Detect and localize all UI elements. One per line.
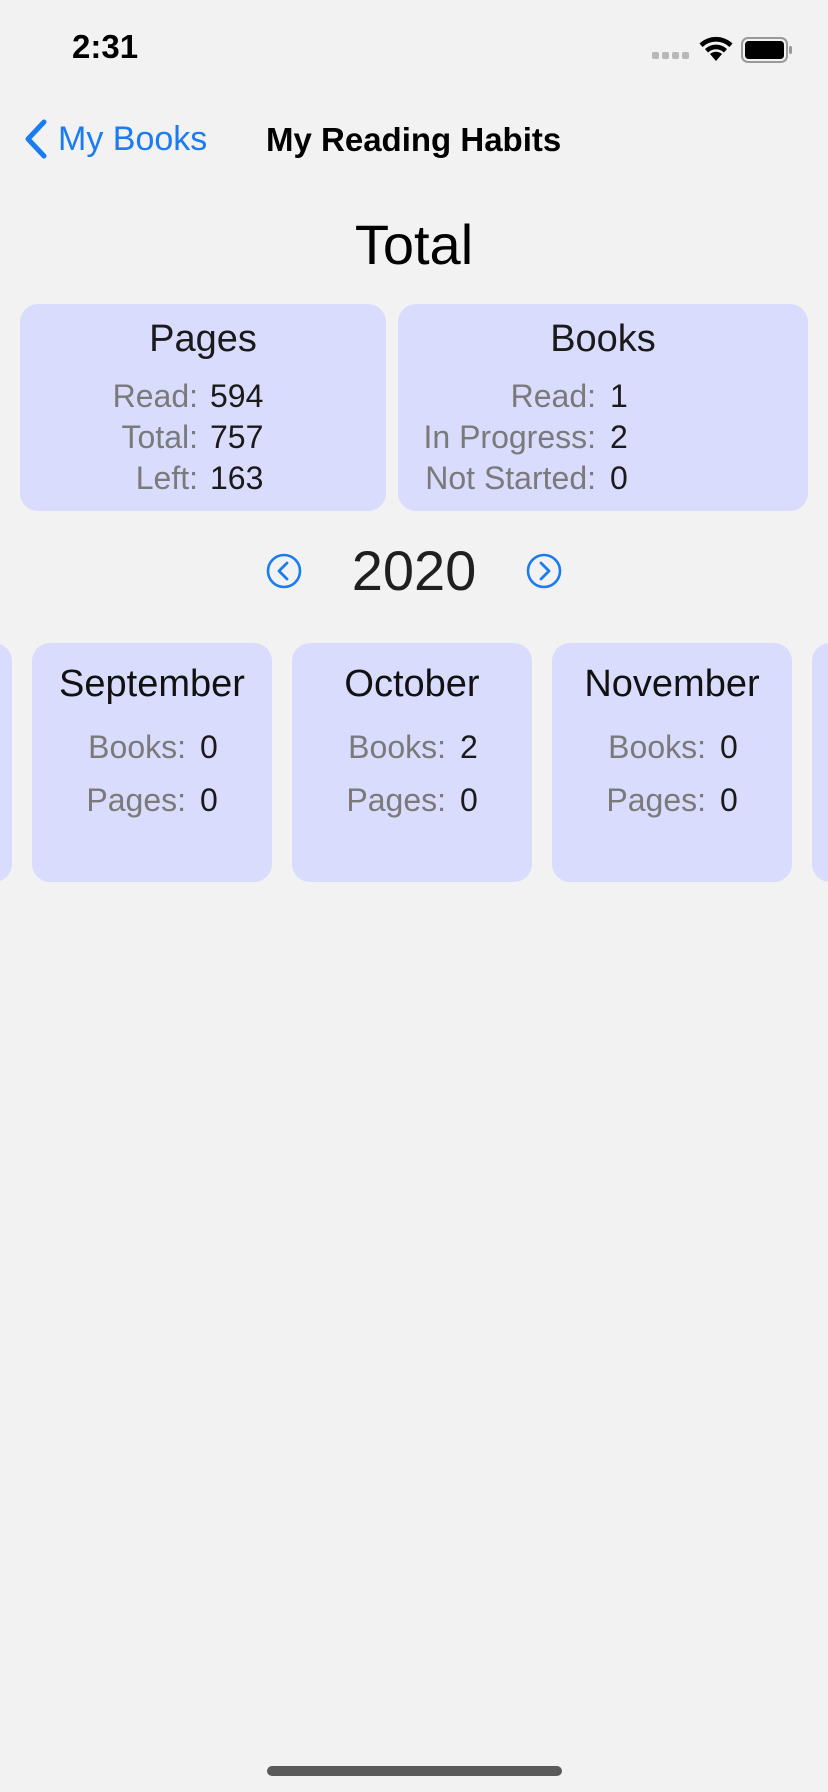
month-card-partial[interactable] bbox=[812, 643, 828, 882]
year-label: 2020 bbox=[351, 539, 477, 602]
stat-value: 1 bbox=[610, 378, 628, 414]
pages-summary-card: Pages Read: 594 Total: 757 Left: 163 bbox=[20, 304, 386, 511]
section-title: Total bbox=[354, 213, 474, 276]
stat-label: In Progress: bbox=[423, 419, 596, 455]
back-button[interactable]: My Books bbox=[22, 118, 207, 160]
month-pages-value: 0 bbox=[720, 782, 738, 818]
month-pages-value: 0 bbox=[200, 782, 218, 818]
stat-value: 2 bbox=[610, 419, 628, 455]
month-pages-label: Pages: bbox=[86, 782, 186, 818]
stat-label: Left: bbox=[135, 460, 198, 496]
month-books-label: Books: bbox=[608, 729, 706, 765]
stat-value: 0 bbox=[610, 460, 628, 496]
battery-icon bbox=[741, 37, 792, 63]
month-pages-label: Pages: bbox=[346, 782, 446, 818]
month-books-value: 0 bbox=[200, 729, 218, 765]
month-card[interactable]: September Books: 0 Pages: 0 bbox=[32, 643, 272, 882]
month-books-label: Books: bbox=[88, 729, 186, 765]
books-card-title: Books bbox=[550, 318, 656, 360]
reading-habits-screen: 2:31 My Books My Reading Habits Total Pa… bbox=[0, 0, 828, 1792]
wifi-icon bbox=[699, 36, 733, 61]
month-card[interactable]: October Books: 2 Pages: 0 bbox=[292, 643, 532, 882]
page-title: My Reading Habits bbox=[266, 121, 562, 158]
month-books-value: 0 bbox=[720, 729, 738, 765]
status-time: 2:31 bbox=[72, 28, 139, 65]
stat-label: Not Started: bbox=[425, 460, 596, 496]
month-name: October bbox=[344, 663, 480, 705]
books-summary-card: Books Read: 1 In Progress: 2 Not Started… bbox=[398, 304, 808, 511]
home-indicator[interactable] bbox=[267, 1766, 562, 1776]
month-pages-label: Pages: bbox=[606, 782, 706, 818]
stat-value: 594 bbox=[210, 378, 264, 414]
stat-value: 757 bbox=[210, 419, 264, 455]
stat-label: Total: bbox=[121, 419, 198, 455]
month-books-label: Books: bbox=[348, 729, 446, 765]
chevron-left-icon bbox=[25, 119, 47, 159]
month-card-partial[interactable] bbox=[0, 643, 12, 882]
month-books-value: 2 bbox=[460, 729, 478, 765]
back-button-label: My Books bbox=[58, 119, 208, 158]
month-name: November bbox=[584, 663, 760, 705]
month-card[interactable]: November Books: 0 Pages: 0 bbox=[552, 643, 792, 882]
month-name: September bbox=[59, 663, 245, 705]
pages-card-title: Pages bbox=[149, 318, 257, 360]
stat-label: Read: bbox=[510, 378, 596, 414]
stat-value: 163 bbox=[210, 460, 264, 496]
next-year-button[interactable] bbox=[526, 553, 562, 589]
stat-label: Read: bbox=[112, 378, 198, 414]
month-pages-value: 0 bbox=[460, 782, 478, 818]
cellular-signal-icon bbox=[652, 52, 689, 59]
